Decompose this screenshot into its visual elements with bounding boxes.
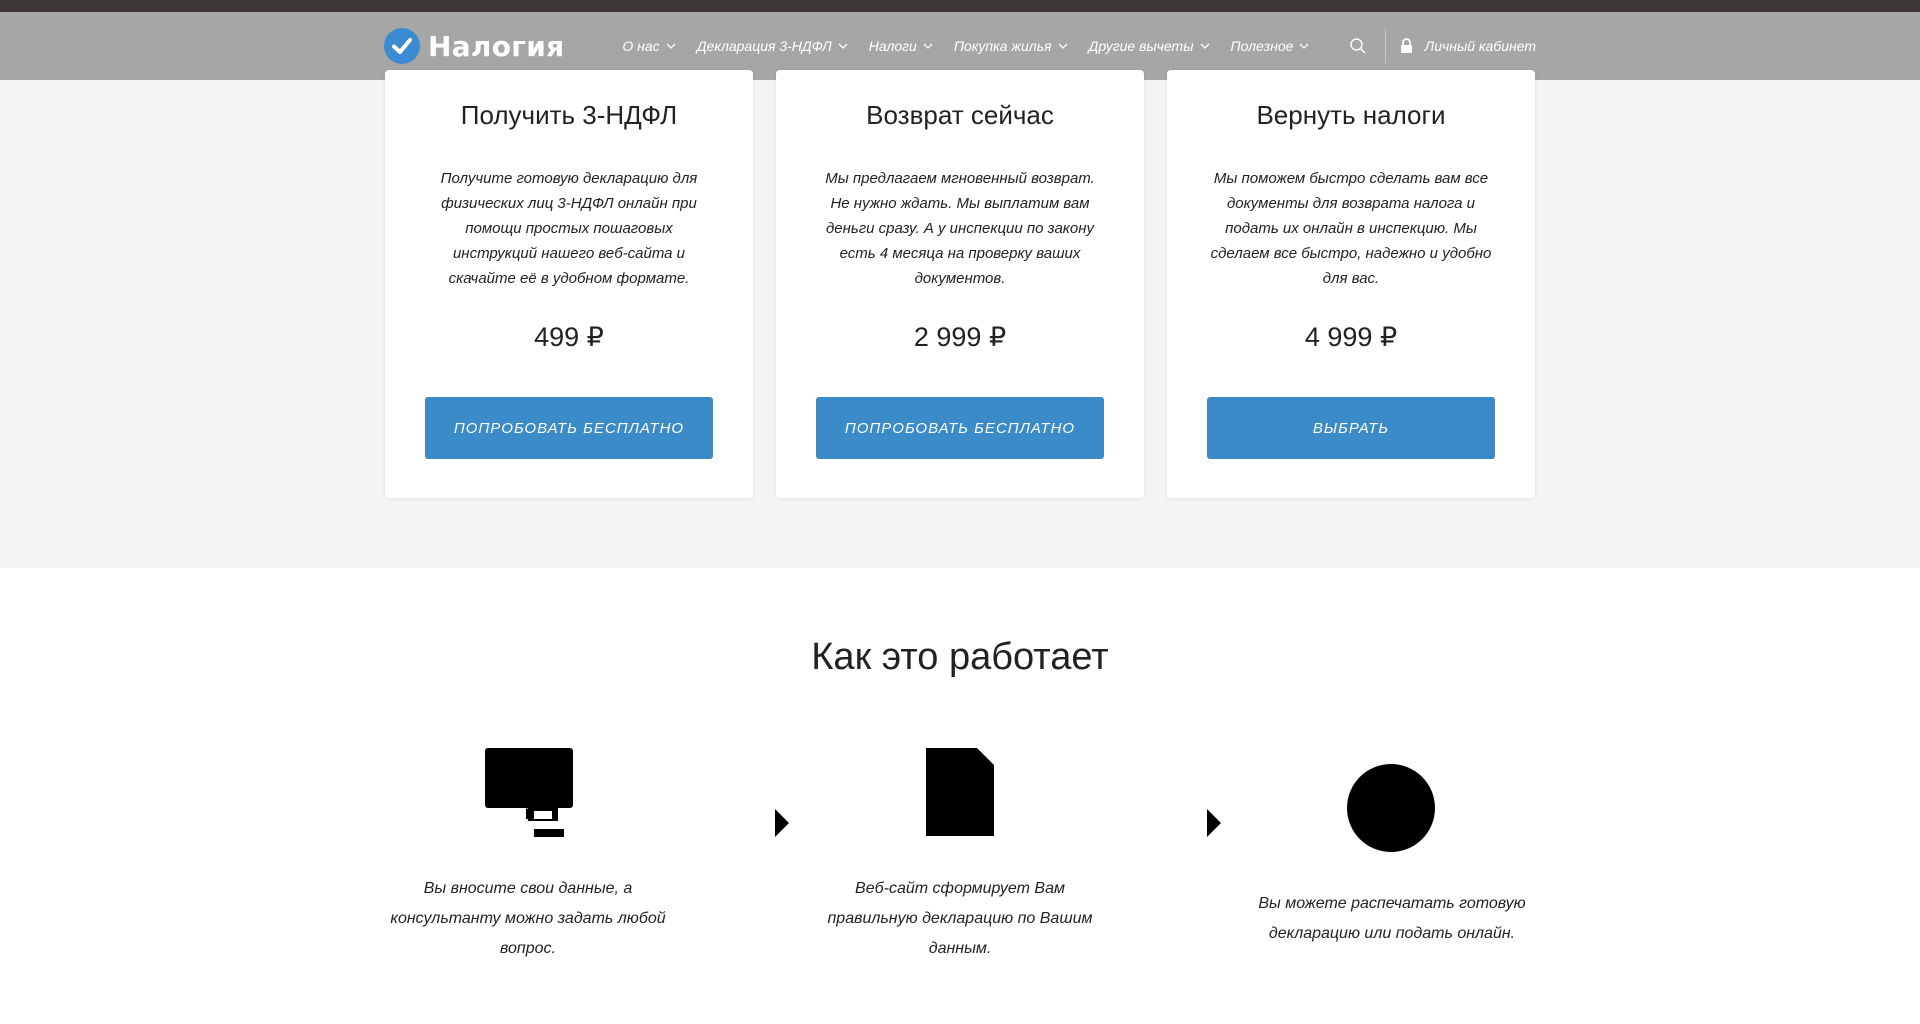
card-price: 4 999 ₽ <box>1304 322 1398 352</box>
search-button[interactable] <box>1347 35 1369 57</box>
card-title: Вернуть налоги <box>1256 100 1446 130</box>
header-divider <box>1384 29 1386 63</box>
try-free-button[interactable]: ПОПРОБОВАТЬ БЕСПЛАТНО <box>816 397 1104 459</box>
logo-text: Налогия <box>428 29 565 63</box>
nav-item-other-deductions[interactable]: Другие вычеты <box>1089 38 1210 54</box>
nav-item-label: Декларация 3-НДФЛ <box>696 38 832 54</box>
nav-item-label: Покупка жилья <box>953 38 1052 54</box>
logo[interactable]: Налогия <box>384 28 564 64</box>
main-nav: О нас Декларация 3-НДФЛ Налоги Покупка ж… <box>622 38 1330 54</box>
hero-background-strip <box>0 0 1920 12</box>
pricing-card-return-taxes: Вернуть налоги Мы поможем быстро сделать… <box>1167 70 1535 498</box>
nav-item-declaration[interactable]: Декларация 3-НДФЛ <box>697 38 848 54</box>
card-title: Получить 3-НДФЛ <box>460 100 678 130</box>
card-description: Мы поможем быстро сделать вам все докуме… <box>1210 170 1492 287</box>
account-label: Личный кабинет <box>1424 38 1536 54</box>
document-icon <box>926 748 994 836</box>
nav-item-label: Налоги <box>868 38 917 54</box>
chevron-down-icon <box>1200 43 1209 49</box>
card-price: 499 ₽ <box>534 322 604 352</box>
step-text: Вы вносите свои данные, а консультанту м… <box>390 880 666 957</box>
step-text: Вы можете распечатать готовую декларацию… <box>1258 895 1526 942</box>
nav-item-about[interactable]: О нас <box>622 38 676 54</box>
nav-item-useful[interactable]: Полезное <box>1231 38 1310 54</box>
nav-item-label: О нас <box>622 38 660 54</box>
nav-item-taxes[interactable]: Налоги <box>869 38 933 54</box>
chevron-down-icon <box>1300 43 1309 49</box>
lock-icon <box>1400 38 1412 53</box>
card-description: Мы предлагаем мгновенный возврат. Не нуж… <box>825 170 1095 287</box>
checkmark-logo-icon <box>384 28 420 64</box>
pricing-card-3ndfl: Получить 3-НДФЛ Получите готовую деклара… <box>385 70 753 498</box>
card-description: Получите готовую декларацию для физическ… <box>440 170 698 287</box>
choose-button[interactable]: ВЫБРАТЬ <box>1207 397 1495 459</box>
card-title: Возврат сейчас <box>866 100 1054 130</box>
nav-item-housing[interactable]: Покупка жилья <box>954 38 1068 54</box>
search-icon <box>1349 38 1366 54</box>
try-free-button[interactable]: ПОПРОБОВАТЬ БЕСПЛАТНО <box>425 397 713 459</box>
chevron-down-icon <box>666 43 676 49</box>
monitor-icon <box>485 748 573 837</box>
arrow-right-icon <box>1207 809 1221 837</box>
account-link[interactable]: Личный кабинет <box>1400 38 1536 54</box>
card-price: 2 999 ₽ <box>913 322 1007 352</box>
how-it-works-title: Как это работает <box>811 636 1109 678</box>
chevron-down-icon <box>838 43 848 49</box>
arrow-right-icon <box>775 809 789 837</box>
nav-item-label: Полезное <box>1230 38 1294 54</box>
nav-item-label: Другие вычеты <box>1088 38 1194 54</box>
chevron-down-icon <box>923 43 933 49</box>
chevron-down-icon <box>1058 43 1067 49</box>
pricing-section: Получить 3-НДФЛ Получите готовую деклара… <box>0 70 1920 568</box>
circle-icon <box>1347 764 1435 852</box>
pricing-card-instant-refund: Возврат сейчас Мы предлагаем мгновенный … <box>776 70 1144 498</box>
step-text: Веб-сайт сформирует Вам правильную декла… <box>827 880 1093 957</box>
